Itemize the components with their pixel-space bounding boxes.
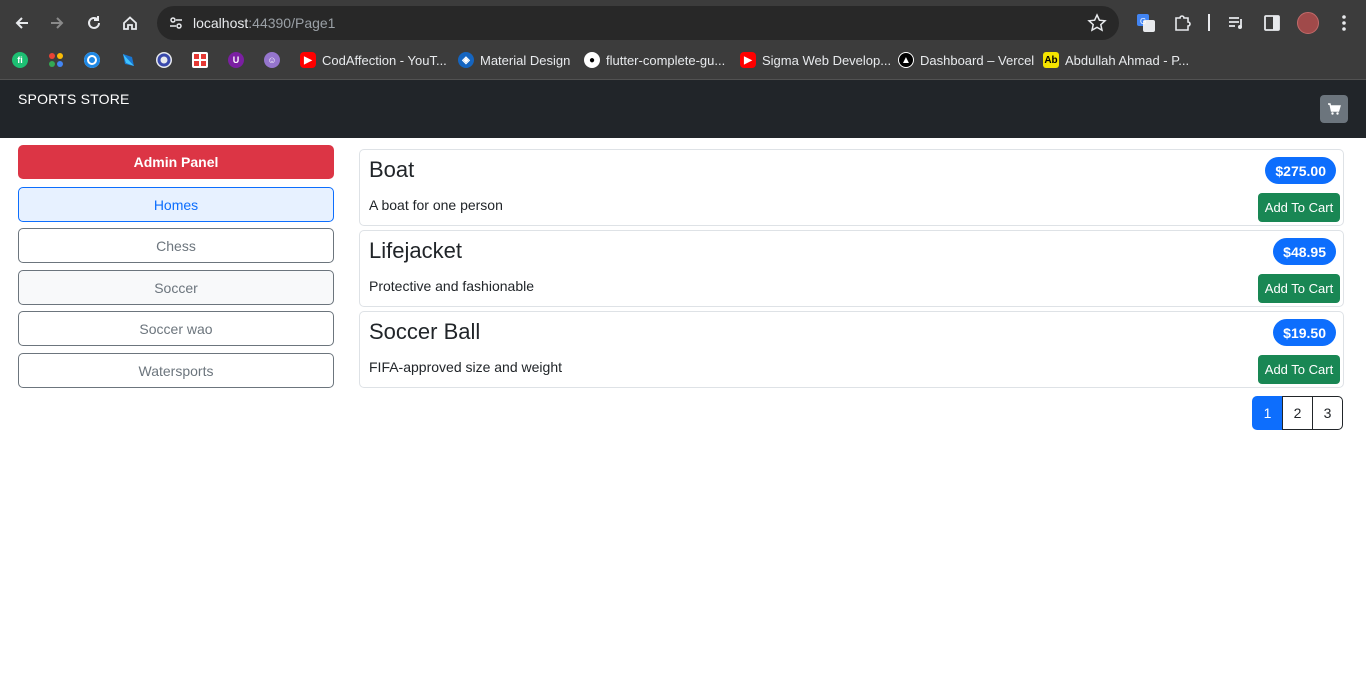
- media-controls-button[interactable]: [1224, 11, 1248, 35]
- fiverr-icon: fi: [17, 55, 23, 65]
- bookmarks-bar: fi U ☺ ▶ CodAffection - YouT... ◈ Materi…: [0, 45, 1366, 80]
- bookmark-label: CodAffection - YouT...: [322, 52, 447, 68]
- page-1-button[interactable]: 1: [1252, 396, 1283, 430]
- bookmark-codaffection[interactable]: ▶ CodAffection - YouT...: [300, 45, 447, 75]
- bookmark-vercel[interactable]: ▲ Dashboard – Vercel: [898, 45, 1034, 75]
- page-2-button[interactable]: 2: [1282, 396, 1313, 430]
- product-description: A boat for one person: [369, 197, 503, 213]
- add-to-cart-button[interactable]: Add To Cart: [1258, 274, 1340, 303]
- bookmark-grid-app[interactable]: [192, 52, 208, 68]
- product-card: Soccer Ball $19.50 FIFA-approved size an…: [359, 311, 1344, 388]
- product-name: Boat: [369, 157, 415, 182]
- bookmark-dart[interactable]: [120, 52, 136, 68]
- translate-extension-button[interactable]: G: [1134, 11, 1158, 35]
- grid-app-icon: [194, 54, 206, 66]
- bookmark-fiverr[interactable]: fi: [12, 52, 28, 68]
- url-path: :44390/Page1: [248, 15, 336, 31]
- product-card: Boat $275.00 A boat for one person Add T…: [359, 149, 1344, 226]
- bookmark-flutter-guide[interactable]: ● flutter-complete-gu...: [584, 45, 725, 75]
- bookmark-label: Dashboard – Vercel: [920, 52, 1035, 68]
- bookmark-c-app[interactable]: [84, 52, 100, 68]
- add-to-cart-button[interactable]: Add To Cart: [1258, 193, 1340, 222]
- price-badge: $48.95: [1273, 238, 1336, 265]
- price-badge: $275.00: [1265, 157, 1336, 184]
- url-host: localhost: [193, 15, 249, 31]
- chrome-menu-button[interactable]: [1332, 11, 1356, 35]
- price-badge: $19.50: [1273, 319, 1336, 346]
- bookmark-ring-app[interactable]: [156, 52, 172, 68]
- puzzle-icon: [1175, 15, 1191, 31]
- queue-music-icon: [1229, 17, 1242, 29]
- bookmark-material-design[interactable]: ◈ Material Design: [458, 45, 570, 75]
- youtube-icon: ▶: [740, 52, 756, 68]
- forward-arrow-icon: [51, 17, 64, 29]
- tune-icon: [170, 17, 182, 29]
- product-description: FIFA-approved size and weight: [369, 359, 562, 375]
- category-homes-button[interactable]: Homes: [18, 187, 334, 222]
- ab-app-icon: Ab: [1043, 52, 1059, 68]
- site-navbar: SPORTS STORE: [0, 80, 1366, 138]
- bookmark-sigma-web[interactable]: ▶ Sigma Web Develop...: [740, 45, 891, 75]
- pagination: 1 2 3: [1252, 396, 1343, 430]
- google-translate-icon: G: [1137, 14, 1155, 32]
- dots-app-icon: [49, 53, 63, 67]
- svg-text:G: G: [1140, 17, 1146, 26]
- browser-toolbar: localhost:44390/Page1 G: [0, 0, 1366, 45]
- product-description: Protective and fashionable: [369, 278, 534, 294]
- bookmark-dots-app[interactable]: [48, 52, 64, 68]
- u-app-icon: U: [232, 55, 240, 65]
- category-chess-button[interactable]: Chess: [18, 228, 334, 263]
- profile-avatar[interactable]: [1297, 12, 1319, 34]
- cart-icon: [1328, 103, 1341, 115]
- dart-icon: [123, 54, 134, 66]
- browser-chrome: localhost:44390/Page1 G fi U ☺ ▶ CodAffe…: [0, 0, 1366, 80]
- side-panel-button[interactable]: [1260, 11, 1284, 35]
- site-info-button[interactable]: [163, 10, 189, 36]
- category-watersports-button[interactable]: Watersports: [18, 353, 334, 388]
- url-text: localhost:44390/Page1: [193, 15, 335, 31]
- reload-icon: [88, 16, 100, 29]
- toolbar-separator: [1208, 14, 1210, 31]
- bookmark-label: flutter-complete-gu...: [606, 52, 726, 68]
- youtube-icon: ▶: [300, 52, 316, 68]
- forward-button[interactable]: [43, 9, 71, 37]
- product-card: Lifejacket $48.95 Protective and fashion…: [359, 230, 1344, 307]
- brand-title[interactable]: SPORTS STORE: [18, 91, 130, 107]
- star-icon: [1087, 13, 1107, 32]
- page-3-button[interactable]: 3: [1312, 396, 1343, 430]
- product-name: Lifejacket: [369, 238, 462, 263]
- back-button[interactable]: [8, 9, 36, 37]
- bookmark-abdullah[interactable]: Ab Abdullah Ahmad - P...: [1043, 45, 1189, 75]
- category-soccer-button[interactable]: Soccer: [18, 270, 334, 305]
- more-vert-icon: [1342, 15, 1346, 31]
- product-name: Soccer Ball: [369, 319, 481, 344]
- bookmark-avatar-app[interactable]: ☺: [264, 52, 280, 68]
- admin-panel-button[interactable]: Admin Panel: [18, 145, 334, 179]
- side-panel-icon: [1264, 15, 1280, 31]
- bookmark-u-app[interactable]: U: [228, 52, 244, 68]
- cart-button[interactable]: [1320, 95, 1348, 123]
- bookmark-label: Sigma Web Develop...: [762, 52, 892, 68]
- reload-button[interactable]: [80, 9, 108, 37]
- add-to-cart-button[interactable]: Add To Cart: [1258, 355, 1340, 384]
- bookmark-label: Abdullah Ahmad - P...: [1065, 52, 1190, 68]
- vercel-icon: ▲: [898, 52, 914, 68]
- github-icon: ●: [584, 52, 600, 68]
- back-arrow-icon: [15, 17, 28, 29]
- home-icon: [123, 16, 137, 30]
- ring-icon: [157, 53, 171, 67]
- bookmark-star-button[interactable]: [1087, 13, 1107, 38]
- c-app-icon: [84, 52, 100, 68]
- address-bar[interactable]: localhost:44390/Page1: [157, 6, 1119, 40]
- bookmark-label: Material Design: [480, 52, 571, 68]
- avatar-app-icon: ☺: [267, 55, 277, 65]
- extensions-button[interactable]: [1170, 11, 1194, 35]
- home-button[interactable]: [116, 9, 144, 37]
- material-icon: ◈: [458, 52, 474, 68]
- category-soccer-wao-button[interactable]: Soccer wao: [18, 311, 334, 346]
